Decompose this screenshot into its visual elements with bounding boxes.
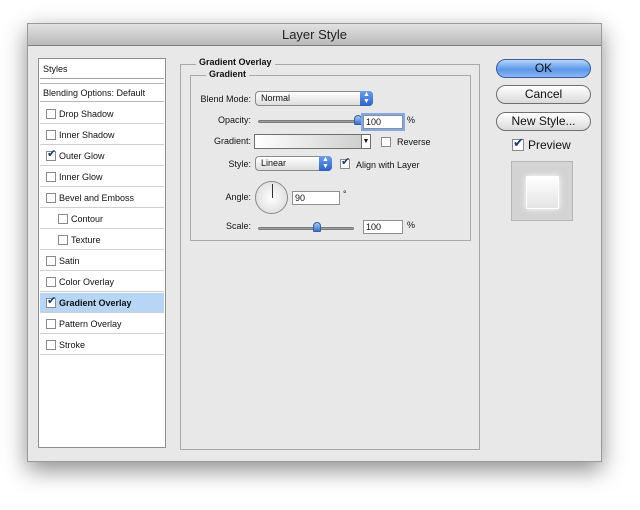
angle-unit: °	[343, 189, 347, 199]
style-item-label: Satin	[59, 256, 80, 266]
style-item-label: Pattern Overlay	[59, 319, 122, 329]
style-item-label: Texture	[71, 235, 101, 245]
blend-mode-label: Blend Mode:	[200, 94, 251, 104]
contour-checkbox[interactable]	[58, 214, 68, 224]
checkmark-icon: ✔	[47, 148, 57, 160]
layer-style-dialog: Layer Style Styles Blending Options: Def…	[27, 23, 602, 462]
opacity-label: Opacity:	[217, 115, 251, 125]
style-item-label: Drop Shadow	[59, 109, 114, 119]
gradient-swatch[interactable]	[254, 134, 362, 149]
inner-shadow-checkbox[interactable]	[46, 130, 56, 140]
styles-header[interactable]: Styles	[40, 60, 164, 79]
opacity-unit: %	[407, 115, 416, 125]
drop-shadow-checkbox[interactable]	[46, 109, 56, 119]
style-item-stroke[interactable]: Stroke	[40, 335, 164, 355]
scale-slider-thumb[interactable]	[313, 222, 322, 232]
updown-arrows-icon: ▲ ▼	[360, 91, 373, 106]
angle-label: Angle:	[225, 192, 251, 202]
dialog-title: Layer Style	[28, 24, 601, 46]
preview-checkbox[interactable]: ✔	[512, 135, 524, 151]
style-item-label: Gradient Overlay	[59, 298, 132, 308]
style-item-label: Stroke	[59, 340, 86, 350]
style-item-contour[interactable]: Contour	[40, 209, 164, 229]
style-item-pattern-overlay[interactable]: Pattern Overlay	[40, 314, 164, 334]
opacity-input[interactable]: 100	[361, 113, 405, 131]
reverse-checkbox[interactable]	[381, 137, 391, 147]
preview-label: Preview	[528, 138, 571, 152]
opacity-slider[interactable]	[258, 120, 358, 123]
align-with-layer-label: Align with Layer	[356, 160, 420, 170]
texture-checkbox[interactable]	[58, 235, 68, 245]
blend-mode-select[interactable]: Normal ▲ ▼	[255, 91, 373, 106]
reverse-label: Reverse	[397, 137, 431, 147]
preview-swatch	[526, 176, 559, 209]
style-label: Style:	[228, 159, 251, 169]
style-item-label: Outer Glow	[59, 151, 105, 161]
angle-indicator	[272, 184, 273, 198]
style-item-satin[interactable]: Satin	[40, 251, 164, 271]
checkmark-icon: ✔	[47, 295, 57, 307]
scale-unit: %	[407, 220, 416, 230]
style-item-bevel-emboss[interactable]: Bevel and Emboss	[40, 188, 164, 208]
dropdown-arrow-icon[interactable]: ▼	[361, 134, 371, 149]
satin-checkbox[interactable]	[46, 256, 56, 266]
gradient-overlay-checkbox[interactable]: ✔	[46, 295, 57, 308]
updown-arrows-icon: ▲ ▼	[319, 156, 332, 171]
style-item-gradient-overlay[interactable]: ✔ Gradient Overlay	[40, 293, 164, 313]
bevel-emboss-checkbox[interactable]	[46, 193, 56, 203]
angle-dial[interactable]	[255, 181, 288, 214]
cancel-button[interactable]: Cancel	[496, 85, 591, 104]
pattern-overlay-checkbox[interactable]	[46, 319, 56, 329]
opacity-slider-thumb[interactable]	[354, 115, 362, 125]
style-item-color-overlay[interactable]: Color Overlay	[40, 272, 164, 292]
style-item-outer-glow[interactable]: ✔ Outer Glow	[40, 146, 164, 166]
style-item-label: Color Overlay	[59, 277, 115, 287]
checkmark-icon: ✔	[341, 156, 351, 168]
style-item-inner-shadow[interactable]: Inner Shadow	[40, 125, 164, 145]
style-item-label: Bevel and Emboss	[59, 193, 135, 203]
angle-input[interactable]: 90	[292, 191, 340, 205]
scale-input[interactable]: 100	[363, 220, 403, 234]
inner-glow-checkbox[interactable]	[46, 172, 56, 182]
blend-mode-value: Normal	[261, 93, 291, 103]
style-item-drop-shadow[interactable]: Drop Shadow	[40, 104, 164, 124]
scale-label: Scale:	[225, 221, 251, 231]
ok-button[interactable]: OK	[496, 59, 591, 78]
preview-thumbnail	[511, 161, 573, 221]
group-title: Gradient	[206, 69, 250, 79]
checkmark-icon: ✔	[513, 135, 524, 150]
style-item-label: Contour	[71, 214, 104, 224]
color-overlay-checkbox[interactable]	[46, 277, 56, 287]
section-title: Gradient Overlay	[196, 57, 275, 67]
style-item-label: Inner Shadow	[59, 130, 115, 140]
style-item-texture[interactable]: Texture	[40, 230, 164, 250]
stroke-checkbox[interactable]	[46, 340, 56, 350]
style-value: Linear	[261, 158, 287, 168]
align-with-layer-checkbox[interactable]: ✔	[340, 156, 351, 169]
gradient-label: Gradient:	[213, 136, 251, 146]
new-style-button[interactable]: New Style...	[496, 112, 591, 131]
scale-slider[interactable]	[258, 227, 354, 230]
blending-options-item[interactable]: Blending Options: Default	[40, 83, 164, 102]
style-item-inner-glow[interactable]: Inner Glow	[40, 167, 164, 187]
styles-list: Styles Blending Options: Default Drop Sh…	[38, 58, 166, 448]
style-item-label: Inner Glow	[59, 172, 103, 182]
gradient-style-select[interactable]: Linear ▲ ▼	[255, 156, 332, 171]
outer-glow-checkbox[interactable]: ✔	[46, 148, 57, 161]
